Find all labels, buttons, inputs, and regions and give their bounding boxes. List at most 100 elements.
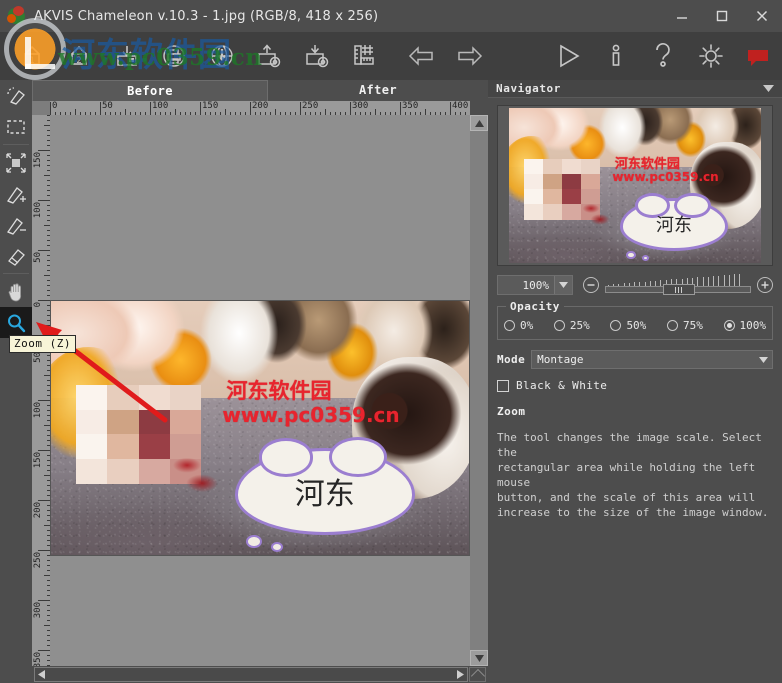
scroll-right-arrow-icon[interactable] (454, 668, 467, 681)
mode-label: Mode (497, 353, 526, 366)
mode-value: Montage (537, 353, 584, 366)
zoom-in-button[interactable] (757, 277, 773, 293)
ruler-corner (32, 101, 50, 115)
tab-after[interactable]: After (268, 80, 488, 101)
transform-tool[interactable] (0, 147, 32, 178)
radio-dot-icon (666, 320, 678, 331)
zoom-slider-handle[interactable] (663, 284, 696, 295)
close-button[interactable] (742, 0, 782, 32)
navigator-title: Navigator (496, 82, 562, 95)
tool-separator-2 (3, 273, 29, 274)
opacity-option-100[interactable]: 100% (723, 319, 766, 332)
zoom-controls: 100% (497, 274, 773, 296)
print-icon[interactable] (151, 33, 199, 79)
photo-red-accent (172, 458, 223, 495)
opacity-option-50-label: 50% (626, 319, 647, 332)
opacity-option-0[interactable]: 0% (504, 319, 533, 332)
scroll-up-arrow-icon[interactable] (470, 115, 488, 131)
scroll-down-arrow-icon[interactable] (470, 650, 488, 666)
redo-arrow-icon[interactable] (446, 33, 494, 79)
opacity-option-25[interactable]: 25% (553, 319, 590, 332)
preferences-gear-icon[interactable] (687, 33, 735, 79)
zoom-tool[interactable] (0, 307, 32, 338)
zoom-tool-tooltip: Zoom (Z) (9, 335, 76, 353)
opacity-option-50[interactable]: 50% (610, 319, 646, 332)
checkbox-icon[interactable] (497, 379, 509, 392)
open-image-1-icon[interactable]: 1 (8, 33, 56, 79)
export-presets-icon[interactable] (246, 33, 294, 79)
chevron-down-icon[interactable] (754, 351, 772, 368)
comments-icon[interactable] (735, 33, 782, 79)
radio-dot-icon (723, 320, 735, 331)
navigator-photo-content: 河东软件园 www.pc0359.cn 河东 (509, 108, 761, 263)
svg-text:1: 1 (29, 56, 34, 66)
zoom-level-combobox[interactable]: 100% (497, 275, 573, 295)
application-window: AKVIS Chameleon v.10.3 - 1.jpg (RGB/8, 4… (0, 0, 782, 683)
rectangular-select-tool[interactable] (0, 111, 32, 142)
minimize-button[interactable] (662, 0, 702, 32)
opacity-option-0-label: 0% (520, 319, 534, 332)
image-canvas[interactable]: 河东软件园 www.pc0359.cn 河东 (50, 115, 470, 666)
transfer-brush-tool[interactable] (0, 80, 32, 111)
photo-bubble-text: 河东 (294, 477, 355, 513)
vertical-scrollbar[interactable] (470, 115, 488, 666)
opacity-option-25-label: 25% (569, 319, 590, 332)
tab-before[interactable]: Before (32, 80, 268, 101)
undo-arrow-icon[interactable] (398, 33, 446, 79)
navigator-bubble-text: 河东 (656, 215, 693, 237)
run-icon[interactable] (545, 33, 593, 79)
radio-dot-icon (553, 320, 565, 331)
hand-tool[interactable] (0, 276, 32, 307)
tool-separator (3, 144, 29, 145)
black-and-white-checkbox-row[interactable]: Black & White (497, 379, 773, 392)
window-controls (662, 0, 782, 32)
source-image[interactable]: 河东软件园 www.pc0359.cn 河东 (50, 300, 470, 556)
navigator-speech-bubble: 河东 (619, 192, 729, 262)
navigator-panel-header[interactable]: Navigator (488, 80, 782, 98)
navigator-thumbnail[interactable]: 河东软件园 www.pc0359.cn 河东 (509, 108, 761, 263)
open-image-2-icon[interactable]: 2 (56, 33, 104, 79)
scroll-left-arrow-icon[interactable] (35, 668, 48, 681)
mode-row: Mode Montage (497, 350, 773, 369)
mode-combobox[interactable]: Montage (531, 350, 773, 369)
horizontal-scrollbar[interactable] (32, 666, 488, 683)
info-icon[interactable] (592, 33, 640, 79)
hint-title: Zoom (497, 405, 526, 418)
opacity-option-75[interactable]: 75% (666, 319, 703, 332)
download-from-web-icon[interactable] (198, 33, 246, 79)
pencil-minus-tool[interactable] (0, 209, 32, 240)
help-icon[interactable] (640, 33, 688, 79)
vertical-ruler: 150 100 50 0 50 100 150 200 250 300 350 (32, 115, 50, 666)
photo-speech-bubble: 河东 (234, 436, 415, 552)
hscroll-track[interactable] (34, 667, 468, 682)
horizontal-ruler-ticks: 0 50 100 150 200 250 300 350 400 (50, 101, 470, 115)
navigator-thumbnail-frame[interactable]: 河东软件园 www.pc0359.cn 河东 (497, 105, 773, 266)
chevron-down-icon[interactable] (763, 82, 774, 95)
zoom-level-value: 100% (522, 278, 550, 292)
import-presets-icon[interactable] (293, 33, 341, 79)
radio-dot-icon (610, 320, 622, 331)
settings-panel: Navigator 河东软件园 www.pc0359.cn 河东 100% Op… (488, 80, 782, 683)
chevron-down-icon[interactable] (554, 276, 572, 294)
zoom-out-button[interactable] (583, 277, 599, 293)
opacity-radio-group: 0% 25% 50% 75% 100% (504, 319, 766, 332)
pencil-plus-tool[interactable] (0, 178, 32, 209)
opacity-option-75-label: 75% (682, 319, 703, 332)
before-after-tabs: Before After (32, 80, 488, 101)
akvis-logo-icon (6, 5, 28, 27)
title-bar: AKVIS Chameleon v.10.3 - 1.jpg (RGB/8, 4… (0, 0, 782, 32)
photo-content: 河东软件园 www.pc0359.cn 河东 (51, 301, 469, 555)
tool-palette (0, 80, 32, 683)
maximize-button[interactable] (702, 0, 742, 32)
zoom-slider[interactable] (605, 274, 751, 295)
grid-ruler-icon[interactable] (341, 33, 389, 79)
eraser-tool[interactable] (0, 240, 32, 271)
hint-body: The tool changes the image scale. Select… (497, 431, 769, 519)
resize-grip[interactable] (469, 667, 486, 682)
horizontal-ruler: 0 50 100 150 200 250 300 350 400 (32, 101, 470, 115)
save-image-icon[interactable] (103, 33, 151, 79)
window-title: AKVIS Chameleon v.10.3 - 1.jpg (RGB/8, 4… (34, 8, 379, 24)
opacity-legend: Opacity (506, 300, 564, 313)
svg-text:2: 2 (77, 56, 82, 66)
opacity-group: Opacity 0% 25% 50% 75% 100% (497, 300, 773, 340)
